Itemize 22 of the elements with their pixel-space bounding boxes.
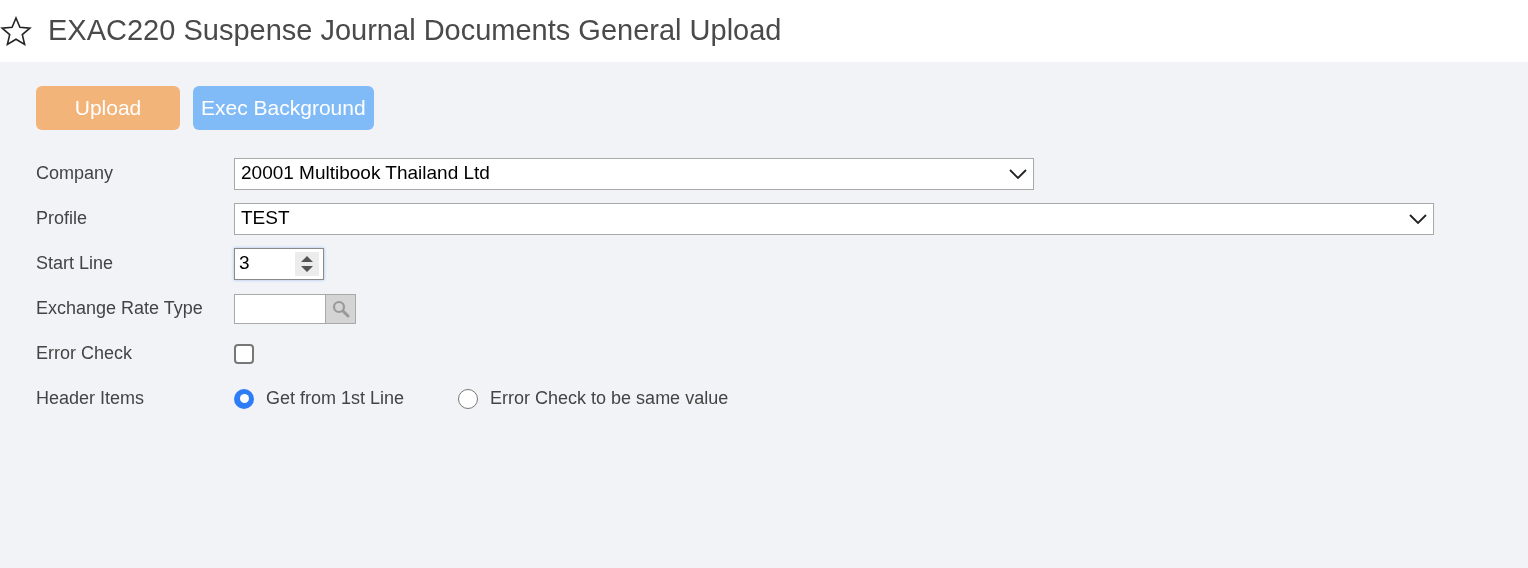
field-label: Start Line <box>36 252 115 275</box>
field-label: Profile <box>36 207 89 230</box>
radio-button[interactable] <box>458 388 479 409</box>
dropdown[interactable]: 20001 Multibook Thailand Ltd <box>234 157 1034 190</box>
search-button[interactable] <box>326 293 356 324</box>
number-field[interactable]: 3 <box>234 247 324 280</box>
radio-label: Get from 1st Line <box>266 387 405 410</box>
checkbox[interactable] <box>234 343 254 364</box>
chevron-down-icon <box>1409 213 1427 224</box>
radio-label: Error Check to be same value <box>490 387 729 410</box>
chevron-down-icon <box>1009 168 1027 179</box>
field-label: Company <box>36 162 115 185</box>
field-label: Error Check <box>36 342 134 365</box>
spinner-icon[interactable] <box>295 251 319 276</box>
text-field[interactable] <box>234 293 326 324</box>
field-label: Header Items <box>36 387 146 410</box>
search-icon <box>331 299 350 318</box>
dropdown[interactable]: TEST <box>234 202 1434 235</box>
page-title: EXAC220 Suspense Journal Documents General Upload <box>48 13 782 49</box>
star-icon[interactable] <box>0 16 32 46</box>
field-label: Exchange Rate Type <box>36 297 204 320</box>
radio-button[interactable] <box>234 388 254 409</box>
